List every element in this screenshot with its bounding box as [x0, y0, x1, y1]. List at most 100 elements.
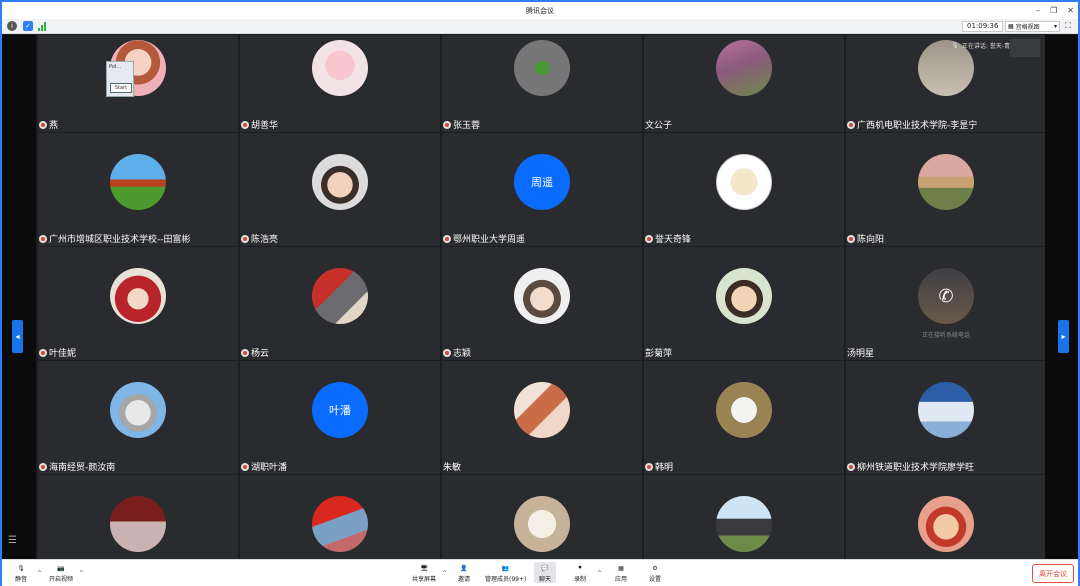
fullscreen-icon[interactable]: ⛶ — [1065, 21, 1071, 31]
participant-tile[interactable]: Pol... Start 燕 — [38, 35, 238, 132]
participant-name: 韩明 — [655, 463, 674, 473]
avatar — [110, 268, 166, 324]
participant-tile[interactable]: 胡善华 — [240, 35, 440, 132]
window-controls: – ❐ ✕ — [1036, 2, 1074, 19]
invite-button[interactable]: 👤 邀请 — [457, 562, 471, 584]
invite-label: 邀请 — [457, 576, 470, 583]
list-icon[interactable]: ☰ — [8, 535, 17, 546]
muted-mic-icon — [39, 348, 47, 357]
participant-tile[interactable]: 🎙 正在讲话: 誉天-青老师; 广西机电职业技术学院-李昰宁 — [846, 35, 1045, 132]
apps-button[interactable]: ▦ 应用 — [614, 562, 628, 584]
avatar — [514, 40, 570, 96]
chat-label: 聊天 — [538, 576, 551, 583]
participant-name: 杨云 — [251, 349, 270, 359]
muted-mic-icon — [241, 348, 249, 357]
nameplate: 胡善华 — [241, 118, 278, 131]
avatar — [110, 382, 166, 438]
participant-tile[interactable]: 柳州铁道职业技术学院廖学旺 — [846, 361, 1045, 474]
nameplate: 朱敏 — [443, 460, 461, 473]
avatar — [918, 496, 974, 552]
participant-tile[interactable]: 叶佳妮 — [38, 247, 238, 360]
participant-tile[interactable]: 陈向阳 — [846, 133, 1045, 246]
avatar — [716, 40, 772, 96]
nameplate: 陈向阳 — [847, 232, 884, 245]
settings-label: 设置 — [648, 576, 661, 583]
avatar — [312, 268, 368, 324]
title-bar: 腾讯会议 – ❐ ✕ — [2, 2, 1078, 19]
manage-members-button[interactable]: 👥 管理成员(99+) — [485, 562, 527, 584]
meeting-timer: 01:09:36 — [962, 21, 1004, 32]
shield-icon[interactable]: ✓ — [23, 21, 33, 31]
settings-button[interactable]: ⚙ 设置 — [648, 562, 662, 584]
view-mode-button[interactable]: ▦ 宫格视图 ▾ — [1005, 21, 1060, 32]
leave-meeting-button[interactable]: 离开会议 — [1032, 564, 1074, 583]
avatar-initials: 叶潘 — [312, 382, 368, 438]
gear-icon: ⚙ — [652, 564, 658, 572]
muted-mic-icon — [847, 120, 855, 129]
participant-tile[interactable]: 志颖 — [442, 247, 642, 360]
next-page-button[interactable]: ▸ — [1058, 320, 1069, 353]
mute-button[interactable]: 🎙 静音 — [14, 562, 28, 584]
signal-icon[interactable] — [38, 22, 46, 31]
participant-tile[interactable]: 彭菊萍 — [644, 247, 844, 360]
participant-tile[interactable] — [38, 475, 238, 559]
avatar — [918, 382, 974, 438]
participant-tile[interactable]: 文公子 — [644, 35, 844, 132]
window-title: 腾讯会议 — [526, 6, 554, 15]
poll-popup: Pol... Start — [106, 61, 134, 97]
record-button[interactable]: ⏺ 录制 — [573, 562, 587, 583]
members-label: 管理成员(99+) — [485, 576, 527, 583]
participant-name: 胡善华 — [251, 121, 279, 131]
camera-off-icon: 📷 — [57, 564, 65, 572]
right-strip: ▸ — [1045, 35, 1078, 559]
start-button[interactable]: Start — [110, 83, 132, 93]
chevron-up-icon[interactable]: ^ — [37, 570, 42, 577]
chevron-up-icon[interactable]: ^ — [79, 570, 84, 577]
close-icon[interactable]: ✕ — [1067, 6, 1074, 15]
participant-tile[interactable]: 张玉蓉 — [442, 35, 642, 132]
muted-mic-icon — [847, 234, 855, 243]
participant-tile[interactable]: 广州市增城区职业技术学校--田富彬 — [38, 133, 238, 246]
participant-name: 汤明星 — [847, 349, 875, 359]
nameplate: 叶佳妮 — [39, 346, 76, 359]
participant-name: 广州市增城区职业技术学校--田富彬 — [49, 235, 191, 245]
muted-mic-icon — [39, 234, 47, 243]
participant-tile[interactable] — [644, 475, 844, 559]
participant-tile[interactable]: 周遥 鄂州职业大学周遥 — [442, 133, 642, 246]
restore-icon[interactable]: ❐ — [1050, 6, 1057, 15]
nameplate: 誉天奇锋 — [645, 232, 691, 245]
chevron-up-icon[interactable]: ^ — [442, 570, 447, 577]
mic-icon: 🎙 — [17, 564, 25, 572]
avatar — [716, 382, 772, 438]
chevron-up-icon[interactable]: ^ — [597, 570, 602, 577]
info-icon[interactable]: i — [7, 21, 17, 31]
participant-tile[interactable]: ✆ 正在接听系统电话 汤明星 — [846, 247, 1045, 360]
participant-tile[interactable]: 叶潘 湖职叶潘 — [240, 361, 440, 474]
participant-tile[interactable]: 海南经贸-颜汝南 — [38, 361, 238, 474]
muted-mic-icon — [241, 462, 249, 471]
participant-name: 誉天奇锋 — [655, 235, 692, 245]
participant-name: 朱敏 — [443, 463, 462, 473]
share-label: 共享屏幕 — [412, 576, 437, 583]
minimize-icon[interactable]: – — [1036, 6, 1040, 15]
participant-name: 张玉蓉 — [453, 121, 481, 131]
nameplate: 燕 — [39, 118, 58, 131]
participant-name: 文公子 — [645, 121, 673, 131]
participant-tile[interactable]: 陈浩亮 — [240, 133, 440, 246]
chat-button[interactable]: 💬 聊天 — [534, 562, 556, 583]
participant-name: 陈向阳 — [857, 235, 885, 245]
video-button[interactable]: 📷 开启视频 — [49, 562, 73, 584]
mic-icon: 🎙 — [951, 42, 959, 49]
participant-tile[interactable] — [846, 475, 1045, 559]
participant-tile[interactable] — [442, 475, 642, 559]
participant-tile[interactable]: 誉天奇锋 — [644, 133, 844, 246]
participant-tile[interactable]: 韩明 — [644, 361, 844, 474]
participant-tile[interactable]: 杨云 — [240, 247, 440, 360]
share-screen-button[interactable]: 🖥 共享屏幕 — [412, 562, 437, 584]
nameplate: 志颖 — [443, 346, 471, 359]
prev-page-button[interactable]: ◂ — [12, 320, 23, 353]
participant-tile[interactable]: 朱敏 — [442, 361, 642, 474]
avatar — [514, 496, 570, 552]
participant-tile[interactable] — [240, 475, 440, 559]
nameplate: 杨云 — [241, 346, 269, 359]
